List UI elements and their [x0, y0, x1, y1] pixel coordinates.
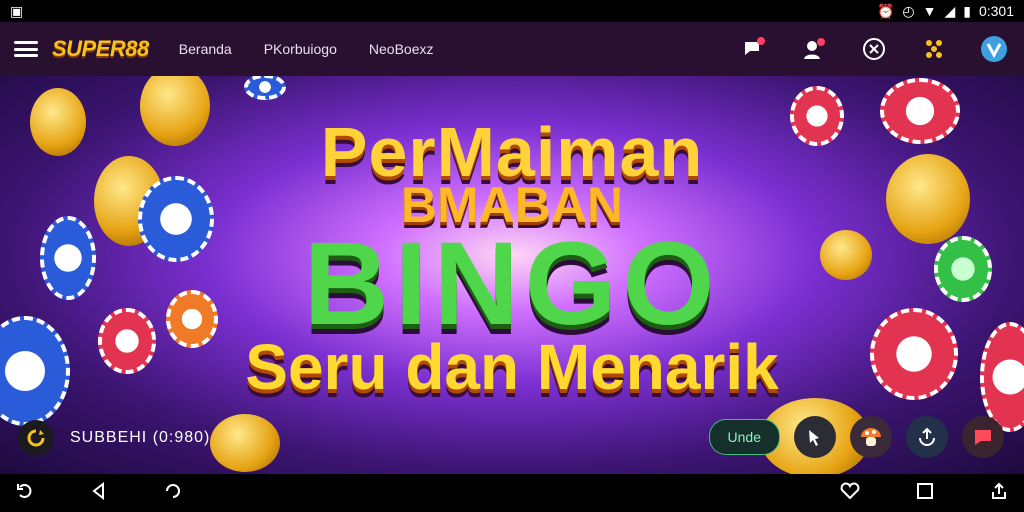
alarm-icon: ⏰: [876, 2, 895, 19]
upload-icon[interactable]: [906, 416, 948, 458]
app-notification-icon: ▣: [10, 2, 24, 19]
clock-icon: ◴: [902, 2, 915, 19]
back-arrow-icon[interactable]: [16, 482, 34, 505]
menu-icon[interactable]: [14, 41, 38, 57]
chat-icon[interactable]: [962, 416, 1004, 458]
account-alert-icon[interactable]: [798, 33, 830, 65]
nav-link-3[interactable]: NeoBoexz: [369, 41, 434, 57]
status-bar: ▣ ⏰ ◴ ▼ ◢ ▮ 0:301: [0, 0, 1024, 22]
close-circle-icon[interactable]: [858, 33, 890, 65]
bingo-banner[interactable]: PerMaiman BMABAN BINGO Seru dan Menarik: [0, 76, 1024, 474]
share-icon[interactable]: [990, 482, 1008, 505]
rotate-icon[interactable]: [164, 482, 182, 505]
app-bar: SUPER88 Beranda PKorbuiogo NeoBoexz: [0, 22, 1024, 76]
poker-chip-decoration: [244, 76, 286, 100]
wifi-icon: ▼: [922, 3, 937, 19]
bottom-status: SUBBEHI (0:980): [18, 420, 210, 456]
recents-icon[interactable]: [916, 482, 934, 505]
gold-coin-decoration: [210, 414, 280, 472]
bottom-actions: Unde: [708, 416, 1004, 458]
nav-link-2[interactable]: PKorbuiogo: [264, 41, 337, 57]
nav-links: Beranda PKorbuiogo NeoBoexz: [179, 41, 434, 57]
chat-notification-icon[interactable]: [738, 33, 770, 65]
logo[interactable]: SUPER88: [52, 36, 149, 62]
apps-grid-icon[interactable]: [918, 33, 950, 65]
back-icon[interactable]: [90, 481, 108, 505]
status-label: SUBBEHI (0:980): [70, 429, 211, 446]
avatar-icon[interactable]: [978, 33, 1010, 65]
heart-icon[interactable]: [840, 482, 860, 505]
banner-subtitle: Seru dan Menarik: [245, 331, 779, 403]
nav-link-home[interactable]: Beranda: [179, 41, 232, 57]
sync-icon[interactable]: [18, 420, 54, 456]
signal-icon: ◢: [944, 2, 956, 19]
hand-icon[interactable]: [794, 416, 836, 458]
status-time: 0:301: [978, 3, 1014, 19]
battery-icon: ▮: [963, 2, 971, 19]
system-nav-bar: [0, 474, 1024, 512]
mushroom-icon[interactable]: [850, 416, 892, 458]
unde-button[interactable]: Unde: [708, 419, 780, 455]
